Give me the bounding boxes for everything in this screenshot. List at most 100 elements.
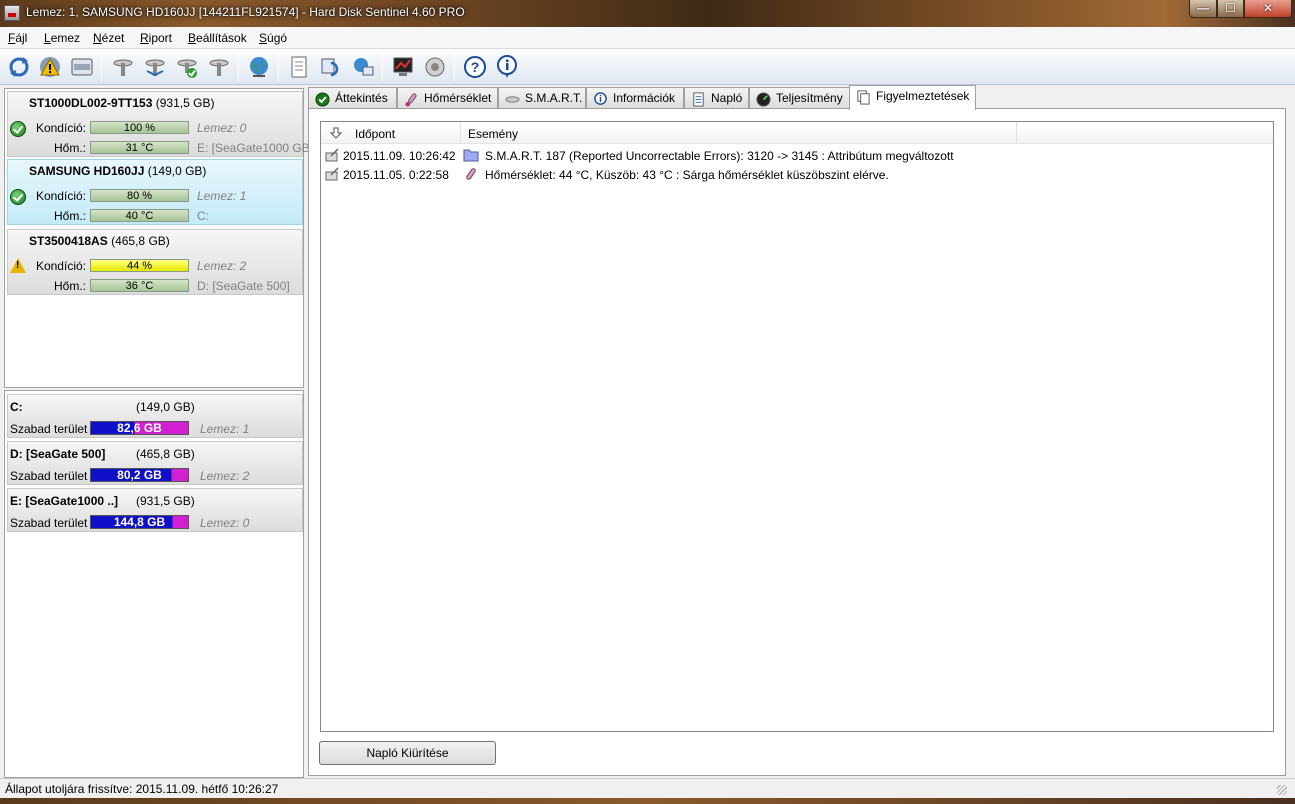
window-frame-bottom: [0, 798, 1295, 804]
tab-smart[interactable]: S.M.A.R.T.: [498, 87, 586, 109]
table-row[interactable]: 2015.11.09. 10:26:42 S.M.A.R.T. 187 (Rep…: [321, 146, 1273, 165]
free-space-bar: 82,6 GB: [90, 421, 189, 435]
disk-number: Lemez: 2: [197, 259, 247, 273]
list-header: Időpont Esemény: [321, 122, 1273, 144]
menu-label: emez: [50, 31, 81, 45]
toolbar-separator: [382, 53, 383, 81]
info-icon: [594, 92, 607, 105]
column-label: Esemény: [468, 127, 519, 141]
close-button[interactable]: ✕: [1244, 0, 1292, 18]
disk-check-icon[interactable]: [174, 54, 200, 80]
log-icon: [693, 92, 704, 107]
partition-list-panel: C: (149,0 GB) Szabad terület 82,6 GB Lem…: [4, 390, 304, 778]
alerts-icon: [857, 90, 870, 105]
menu-disk[interactable]: Lemez: [44, 31, 80, 45]
network-icon[interactable]: [350, 54, 376, 80]
menu-accelerator: L: [44, 31, 51, 45]
report-icon[interactable]: [286, 54, 312, 80]
disk-volume: D: [SeaGate 500]: [197, 279, 290, 293]
column-header-event[interactable]: Esemény: [461, 122, 1017, 144]
temperature-bar: 40 °C: [90, 209, 189, 222]
alerts-pane: Időpont Esemény 2015.11.09. 10:26:42 S.M…: [308, 108, 1286, 776]
alert-event: Hőmérséklet: 44 °C, Küszöb: 43 °C : Sárg…: [485, 168, 889, 182]
toolbar: ?: [0, 49, 1295, 85]
partition-card[interactable]: D: [SeaGate 500] (465,8 GB) Szabad terül…: [7, 441, 303, 485]
temperature-label: Hőm.:: [53, 279, 86, 293]
warning-icon[interactable]: [37, 54, 63, 80]
table-row[interactable]: 2015.11.05. 0:22:58 Hőmérséklet: 44 °C, …: [321, 165, 1273, 184]
check-icon: [315, 92, 330, 107]
menu-accelerator: R: [140, 31, 149, 45]
globe-icon[interactable]: [246, 54, 272, 80]
disk-tool2-icon[interactable]: [206, 54, 232, 80]
partition-card[interactable]: C: (149,0 GB) Szabad terület 82,6 GB Lem…: [7, 394, 303, 438]
menu-label: úgó: [267, 31, 288, 45]
tab-performance[interactable]: Teljesítmény: [749, 87, 850, 109]
menu-file[interactable]: Fájl: [8, 31, 27, 45]
minimize-button[interactable]: —: [1189, 0, 1217, 18]
condition-bar: 100 %: [90, 121, 189, 134]
menu-accelerator: N: [93, 31, 102, 45]
disk-icon[interactable]: [69, 54, 95, 80]
partition-name: C:: [10, 400, 23, 414]
status-ok-icon: [10, 189, 26, 205]
column-header-time[interactable]: Időpont: [321, 122, 461, 144]
thermometer-icon: [405, 93, 417, 107]
disk-model: SAMSUNG HD160JJ: [29, 164, 145, 178]
menu-label: ézet: [101, 31, 125, 45]
tab-label: Hőmérséklet: [424, 91, 492, 105]
disk-number: Lemez: 0: [197, 121, 247, 135]
refresh-icon[interactable]: [6, 54, 32, 80]
tab-overview[interactable]: Áttekintés: [308, 87, 397, 109]
disk-card-selected[interactable]: SAMSUNG HD160JJ (149,0 GB) Kondíció: 80 …: [7, 159, 303, 225]
partition-disk-number: Lemez: 0: [200, 516, 250, 530]
sound-icon[interactable]: [422, 54, 448, 80]
thermometer-icon: [466, 168, 476, 180]
disk-model: ST1000DL002-9TT153: [29, 96, 153, 110]
condition-bar: 80 %: [90, 189, 189, 202]
window-title: Lemez: 1, SAMSUNG HD160JJ [144211FL92157…: [26, 5, 465, 19]
performance-icon: [756, 92, 771, 107]
resize-grip[interactable]: [1277, 785, 1287, 795]
menu-help[interactable]: Súgó: [259, 31, 287, 45]
column-label: Időpont: [355, 127, 396, 141]
info-icon[interactable]: [494, 54, 520, 80]
tab-information[interactable]: Információk: [586, 87, 684, 109]
partition-card[interactable]: E: [SeaGate1000 ..] (931,5 GB) Szabad te…: [7, 488, 303, 532]
toolbar-separator: [238, 53, 239, 81]
menu-settings[interactable]: Beállítások: [188, 31, 247, 45]
menu-accelerator: B: [188, 31, 197, 45]
tab-log[interactable]: Napló: [684, 87, 749, 109]
disk-card[interactable]: ST1000DL002-9TT153 (931,5 GB) Kondíció: …: [7, 91, 313, 157]
disk-name: ST1000DL002-9TT153 (931,5 GB): [29, 96, 214, 110]
status-bar: Állapot utoljára frissítve: 2015.11.09. …: [0, 778, 1295, 798]
free-space-label: Szabad terület: [10, 516, 88, 530]
partition-size: (465,8 GB): [136, 447, 195, 461]
alert-time: 2015.11.09. 10:26:42: [343, 149, 456, 163]
temperature-label: Hőm.:: [53, 141, 86, 155]
clear-log-button[interactable]: Napló Kiürítése: [319, 741, 496, 765]
maximize-button[interactable]: ☐: [1217, 0, 1244, 18]
tab-temperature[interactable]: Hőmérséklet: [397, 87, 498, 109]
disk-tool-icon[interactable]: [142, 54, 168, 80]
tab-label: Figyelmeztetések: [876, 89, 970, 103]
disk-list-panel: ST1000DL002-9TT153 (931,5 GB) Kondíció: …: [4, 88, 313, 388]
alerts-list[interactable]: Időpont Esemény 2015.11.09. 10:26:42 S.M…: [320, 121, 1274, 732]
partition-size: (931,5 GB): [136, 494, 195, 508]
sync-icon[interactable]: [318, 54, 344, 80]
tab-label: Áttekintés: [335, 91, 388, 105]
free-space-bar: 144,8 GB: [90, 515, 189, 529]
surface-test-icon[interactable]: [110, 54, 136, 80]
partition-size: (149,0 GB): [136, 400, 195, 414]
monitor-icon[interactable]: [390, 54, 416, 80]
disk-name: SAMSUNG HD160JJ (149,0 GB): [29, 164, 206, 178]
tab-label: Teljesítmény: [776, 91, 843, 105]
tab-alerts[interactable]: Figyelmeztetések: [849, 85, 976, 110]
status-ok-icon: [10, 121, 26, 137]
condition-label: Kondíció:: [35, 189, 86, 203]
help-icon[interactable]: ?: [462, 54, 488, 80]
menu-report[interactable]: Riport: [140, 31, 172, 45]
tab-label: S.M.A.R.T.: [525, 91, 583, 105]
disk-card[interactable]: ST3500418AS (465,8 GB) Kondíció: 44 % Le…: [7, 229, 303, 295]
menu-view[interactable]: Nézet: [93, 31, 124, 45]
